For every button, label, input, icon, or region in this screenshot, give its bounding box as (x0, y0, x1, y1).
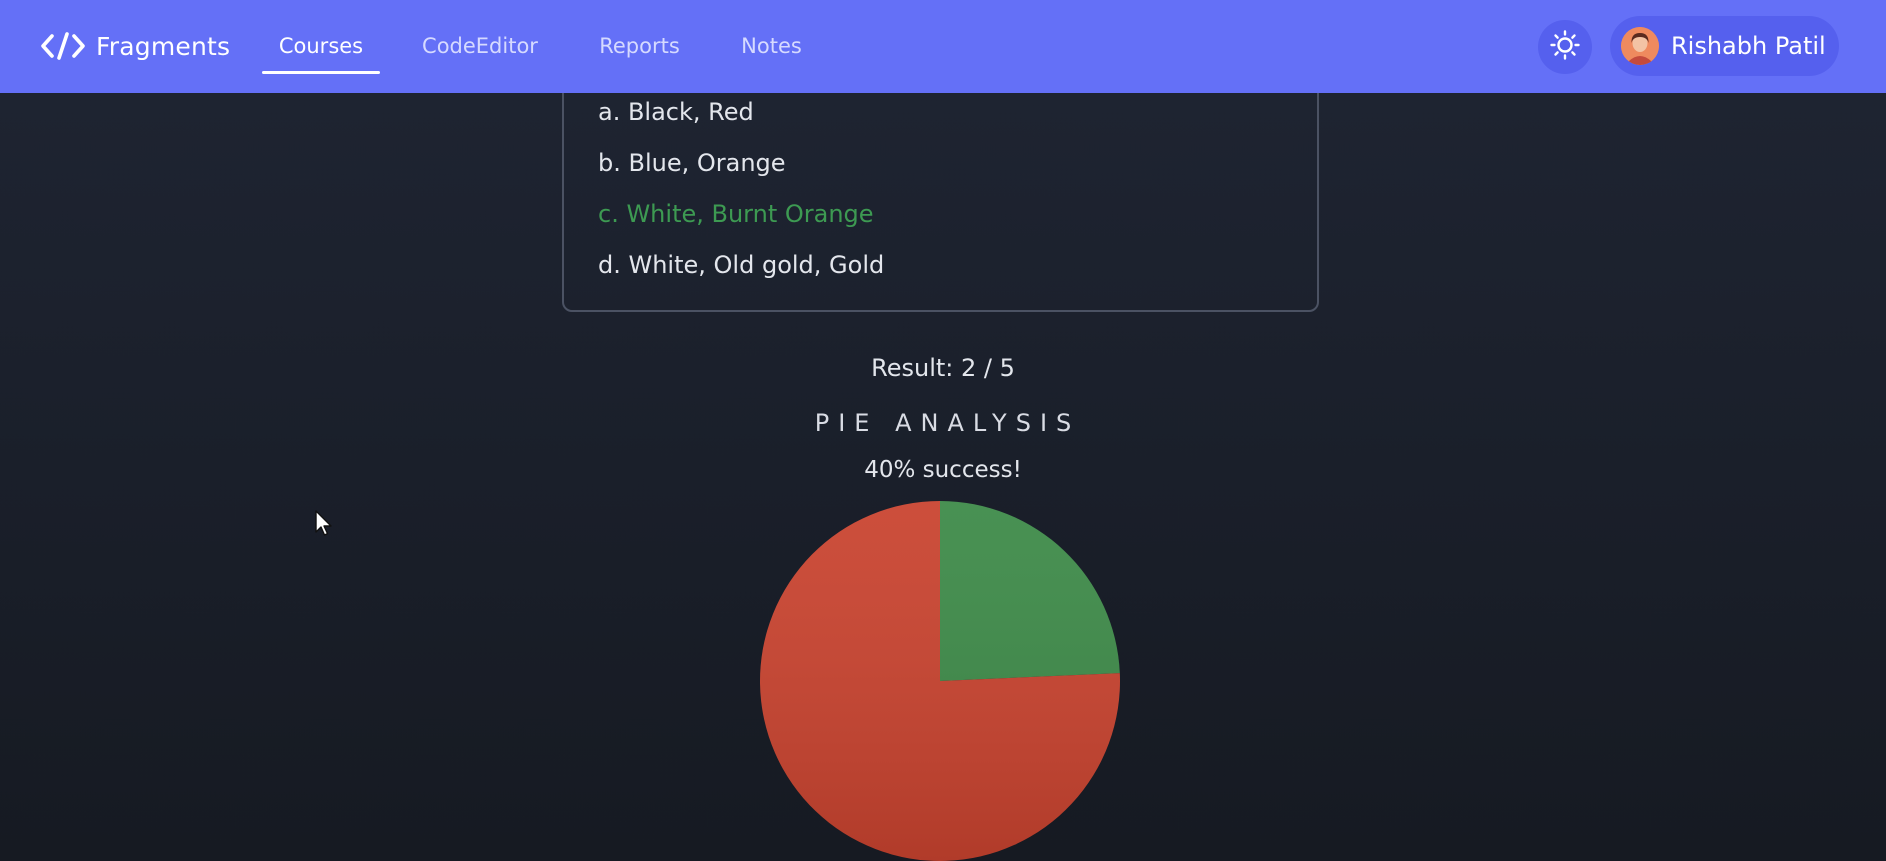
chart-subtitle: 40% success! (864, 457, 1022, 483)
sun-icon (1549, 29, 1581, 65)
nav-tab-label: Notes (741, 34, 802, 58)
quiz-result: Result: 2 / 5 (871, 354, 1015, 382)
active-tab-underline (262, 71, 380, 74)
nav-tab-courses[interactable]: Courses (262, 24, 380, 74)
brand-name: Fragments (96, 31, 231, 61)
nav-tab-reports[interactable]: Reports (592, 24, 687, 68)
avatar (1621, 27, 1659, 65)
quiz-option-d[interactable]: d. White, Old gold, Gold (598, 251, 884, 279)
nav-tab-label: CodeEditor (422, 34, 538, 58)
nav-tab-notes[interactable]: Notes (733, 24, 810, 68)
nav-tab-codeeditor[interactable]: CodeEditor (415, 24, 545, 68)
top-navbar: Fragments Courses CodeEditor Reports Not… (0, 0, 1886, 93)
code-icon (40, 31, 86, 61)
chart-title: PIE ANALYSIS (814, 409, 1081, 437)
pie-chart-svg (760, 501, 1120, 861)
nav-tab-label: Reports (599, 34, 680, 58)
quiz-option-c[interactable]: c. White, Burnt Orange (598, 200, 874, 228)
mouse-cursor-icon (314, 509, 334, 539)
nav-tab-label: Courses (278, 34, 364, 58)
quiz-option-b[interactable]: b. Blue, Orange (598, 149, 786, 177)
user-menu-button[interactable]: Rishabh Patil (1610, 16, 1839, 76)
user-name: Rishabh Patil (1671, 32, 1826, 60)
brand-logo[interactable]: Fragments (40, 26, 230, 66)
pie-shading (760, 501, 1120, 861)
theme-toggle-button[interactable] (1538, 20, 1592, 74)
pie-chart (757, 498, 1123, 861)
quiz-option-a[interactable]: a. Black, Red (598, 98, 754, 126)
